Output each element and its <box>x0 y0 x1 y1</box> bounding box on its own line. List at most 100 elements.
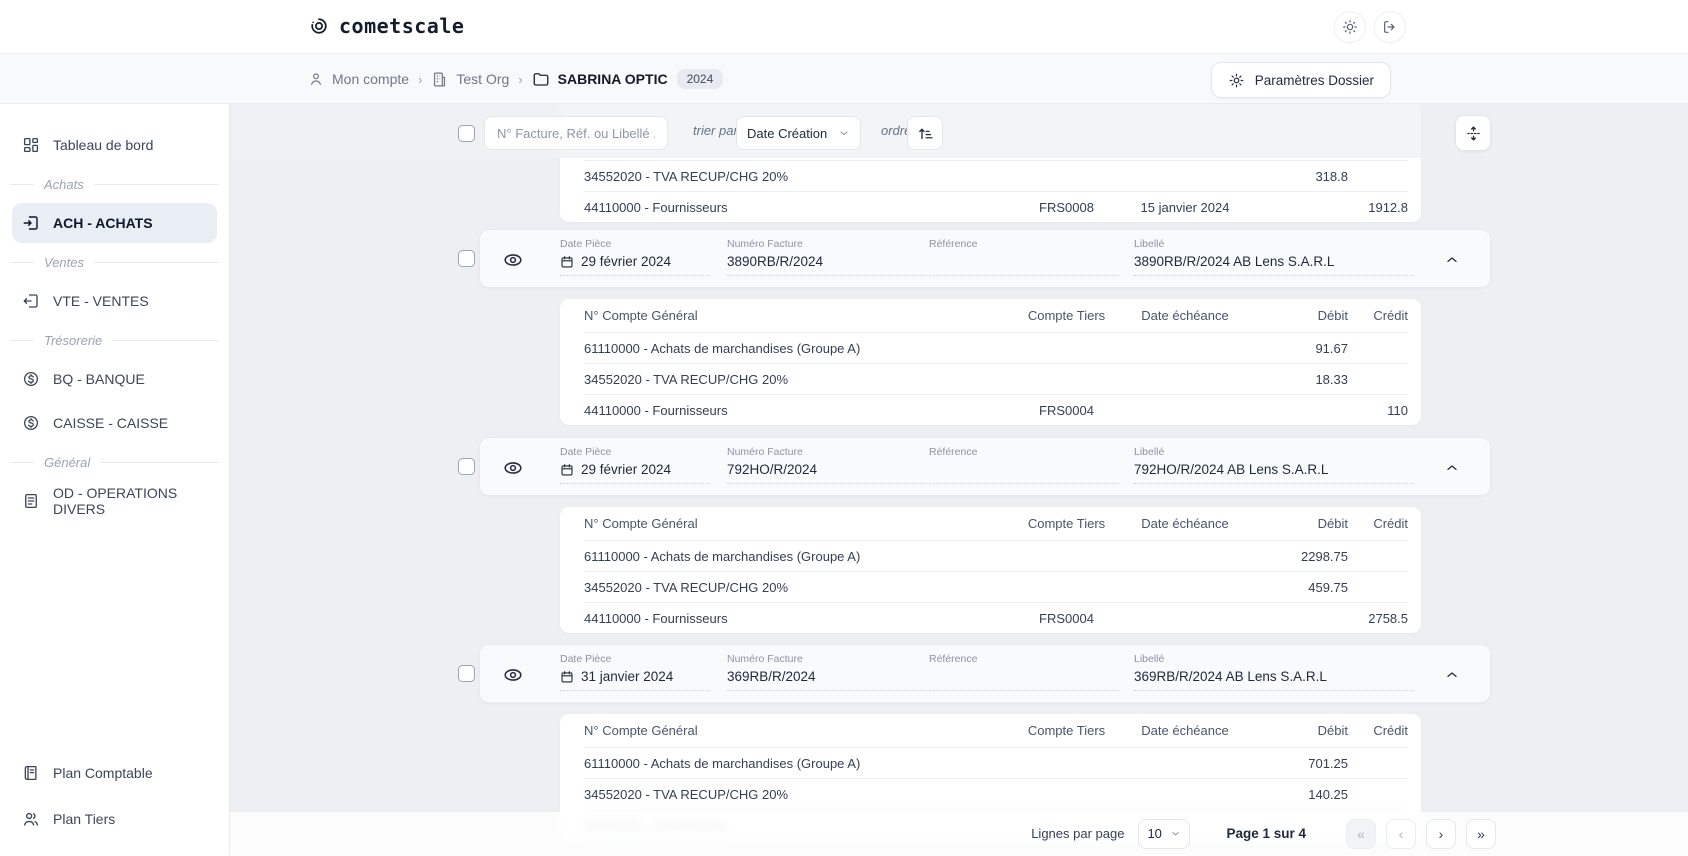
entry-checkbox[interactable] <box>458 250 475 267</box>
entry-line-row: 34552020 - TVA RECUP/CHG 20% 140.25 <box>584 778 1408 809</box>
line-account: 34552020 - TVA RECUP/CHG 20% <box>584 580 1009 595</box>
date-piece-input[interactable]: 31 janvier 2024 <box>560 668 710 691</box>
year-badge: 2024 <box>677 69 724 89</box>
theme-toggle-button[interactable] <box>1334 11 1366 43</box>
chevron-up-icon <box>1444 460 1468 476</box>
entry-checkbox[interactable] <box>458 665 475 682</box>
line-credit: 110 <box>1348 403 1408 418</box>
entry-lines-table: N° Compte Général Compte Tiers Date éché… <box>560 299 1421 425</box>
dollar-circle-icon <box>22 370 40 388</box>
last-page-button[interactable]: » <box>1466 819 1496 849</box>
sidebar-item-od-operations[interactable]: OD - OPERATIONS DIVERS <box>12 481 217 521</box>
view-entry-button[interactable] <box>502 456 526 480</box>
collapse-entry-button[interactable] <box>1444 663 1468 687</box>
field-invoice-number: Numéro Facture 792HO/R/2024 <box>727 446 927 484</box>
line-debit: 18.33 <box>1246 372 1348 387</box>
rows-per-page-select[interactable]: 10 <box>1138 819 1190 849</box>
pagination-bar: Lignes par page 10 Page 1 sur 4 « ‹ › » <box>230 812 1688 855</box>
invoice-number-input[interactable]: 792HO/R/2024 <box>727 461 927 484</box>
entry-header-card[interactable]: Date Pièce 29 février 2024 <box>479 229 1491 288</box>
entry-header-card[interactable]: Date Pièce 29 février 2024 <box>479 437 1491 496</box>
line-tiers: FRS0004 <box>1009 403 1124 418</box>
libelle-input[interactable]: 792HO/R/2024 AB Lens S.A.R.L <box>1134 461 1414 484</box>
unfold-vertical-icon <box>1465 125 1482 142</box>
logout-icon <box>1382 19 1398 35</box>
section-divider-achats: Achats <box>0 167 229 201</box>
field-invoice-number: Numéro Facture 369RB/R/2024 <box>727 653 927 691</box>
sidebar-item-dashboard[interactable]: Tableau de bord <box>12 125 217 165</box>
entry-lines-table: N° Compte Général Compte Tiers Date éché… <box>560 507 1421 633</box>
search-input[interactable] <box>484 116 668 150</box>
previous-page-button[interactable]: ‹ <box>1386 819 1416 849</box>
top-bar: cometscale <box>0 0 1688 54</box>
dollar-circle-icon <box>22 414 40 432</box>
entry-line-row: 34552020 - TVA RECUP/CHG 20% 459.75 <box>584 571 1408 602</box>
entry-checkbox[interactable] <box>458 458 475 475</box>
folder-settings-button[interactable]: Paramètres Dossier <box>1211 62 1391 98</box>
view-entry-button[interactable] <box>502 248 526 272</box>
breadcrumb-bar: Mon compte › Test Org › SABRINA OPTIC <box>0 54 1688 104</box>
folder-icon <box>532 70 550 88</box>
sidebar-item-caisse[interactable]: CAISSE - CAISSE <box>12 403 217 443</box>
app-logo: cometscale <box>308 14 464 38</box>
col-debit: Débit <box>1246 723 1348 738</box>
sidebar-item-vte-ventes[interactable]: VTE - VENTES <box>12 281 217 321</box>
sort-ascending-icon <box>917 125 934 142</box>
field-reference: Référence <box>929 446 1119 484</box>
invoice-out-icon <box>22 292 40 310</box>
col-credit: Crédit <box>1348 723 1408 738</box>
field-date-piece: Date Pièce 29 février 2024 <box>560 446 710 484</box>
logout-button[interactable] <box>1374 11 1406 43</box>
field-reference: Référence <box>929 653 1119 691</box>
table-header-row: N° Compte Général Compte Tiers Date éché… <box>584 507 1408 540</box>
calendar-icon <box>560 255 574 269</box>
sidebar-item-bq-banque[interactable]: BQ - BANQUE <box>12 359 217 399</box>
col-credit: Crédit <box>1348 308 1408 323</box>
line-account: 34552020 - TVA RECUP/CHG 20% <box>584 372 1009 387</box>
reorder-handle-button[interactable] <box>1455 115 1491 151</box>
entry-line-row: 61110000 - Achats de marchandises (Group… <box>584 540 1408 571</box>
collapse-entry-button[interactable] <box>1444 456 1468 480</box>
line-account: 61110000 - Achats de marchandises (Group… <box>584 341 1009 356</box>
book-icon <box>22 764 40 782</box>
invoice-number-input[interactable]: 3890RB/R/2024 <box>727 253 927 276</box>
sidebar-item-ach-achats[interactable]: ACH - ACHATS <box>12 203 217 243</box>
entry-line-row: 61110000 - Achats de marchandises (Group… <box>584 747 1408 778</box>
breadcrumb-dossier[interactable]: SABRINA OPTIC <box>532 70 668 88</box>
date-piece-input[interactable]: 29 février 2024 <box>560 461 710 484</box>
user-icon <box>308 71 324 87</box>
chevron-right-icon: › <box>418 72 422 87</box>
select-all-checkbox[interactable] <box>458 125 475 142</box>
breadcrumb-org[interactable]: Test Org <box>431 71 509 88</box>
sort-by-select[interactable]: Date Création <box>736 116 861 150</box>
libelle-input[interactable]: 369RB/R/2024 AB Lens S.A.R.L <box>1134 668 1414 691</box>
line-account: 44110000 - Fournisseurs <box>584 611 1009 626</box>
calendar-icon <box>560 463 574 477</box>
chevron-up-icon <box>1444 667 1468 683</box>
sort-by-label: trier par <box>693 123 738 138</box>
view-entry-button[interactable] <box>502 663 526 687</box>
reference-input[interactable] <box>929 253 1119 276</box>
field-libelle: Libellé 369RB/R/2024 AB Lens S.A.R.L <box>1134 653 1414 691</box>
invoice-number-input[interactable]: 369RB/R/2024 <box>727 668 927 691</box>
line-debit: 91.67 <box>1246 341 1348 356</box>
first-page-button[interactable]: « <box>1346 819 1376 849</box>
list-toolbar: trier par Date Création ordre <box>458 104 1688 158</box>
libelle-input[interactable]: 3890RB/R/2024 AB Lens S.A.R.L <box>1134 253 1414 276</box>
collapse-entry-button[interactable] <box>1444 248 1468 272</box>
sidebar-item-plan-tiers[interactable]: Plan Tiers <box>12 799 217 839</box>
entry-header-card[interactable]: Date Pièce 31 janvier 2024 <box>479 644 1491 703</box>
reference-input[interactable] <box>929 668 1119 691</box>
line-due-date: 15 janvier 2024 <box>1124 200 1246 215</box>
breadcrumb-account[interactable]: Mon compte <box>308 71 409 87</box>
section-divider-ventes: Ventes <box>0 245 229 279</box>
sort-order-button[interactable] <box>907 116 943 150</box>
col-due-date: Date échéance <box>1124 308 1246 323</box>
reference-input[interactable] <box>929 461 1119 484</box>
journal-entries-panel: 34552020 - TVA RECUP/CHG 20% 318.8 44110… <box>230 104 1688 855</box>
date-piece-input[interactable]: 29 février 2024 <box>560 253 710 276</box>
sidebar-item-plan-comptable[interactable]: Plan Comptable <box>12 753 217 793</box>
section-divider-tresorerie: Trésorerie <box>0 323 229 357</box>
entry-line-row: 61110000 - Achats de marchandises (Group… <box>584 332 1408 363</box>
next-page-button[interactable]: › <box>1426 819 1456 849</box>
